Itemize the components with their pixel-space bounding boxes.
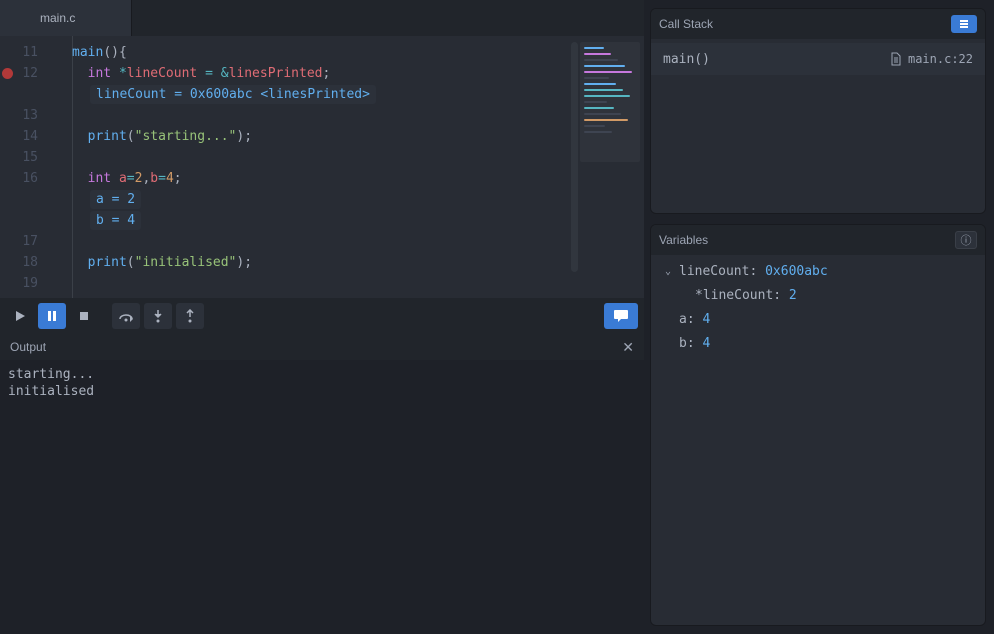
code-line[interactable] bbox=[50, 273, 644, 294]
code-line[interactable] bbox=[50, 231, 644, 252]
variable-name: a: bbox=[679, 312, 702, 327]
vertical-scrollbar[interactable] bbox=[571, 42, 578, 272]
comment-button[interactable] bbox=[604, 303, 638, 329]
info-icon[interactable]: ⓘ bbox=[955, 231, 977, 249]
code-line[interactable] bbox=[50, 147, 644, 168]
minimap-line bbox=[584, 47, 604, 49]
tab-main-c[interactable]: main.c bbox=[0, 0, 132, 36]
minimap[interactable] bbox=[580, 42, 640, 162]
code-area[interactable]: main(){ int *lineCount = &linesPrinted;l… bbox=[50, 36, 644, 298]
variable-name: lineCount: bbox=[679, 264, 765, 279]
gutter-line[interactable] bbox=[0, 210, 50, 231]
callstack-title: Call Stack bbox=[659, 17, 713, 31]
minimap-line bbox=[584, 95, 630, 97]
gutter-line[interactable] bbox=[0, 84, 50, 105]
inline-value-hint[interactable]: b = 4 bbox=[50, 210, 644, 231]
step-into-button[interactable] bbox=[144, 303, 172, 329]
variable-row[interactable]: a: 4 bbox=[651, 307, 985, 331]
output-title: Output bbox=[10, 340, 46, 354]
tab-filename: main.c bbox=[40, 11, 75, 25]
variable-row[interactable]: *lineCount: 2 bbox=[651, 283, 985, 307]
minimap-line bbox=[584, 83, 616, 85]
gutter-line[interactable]: 13 bbox=[0, 105, 50, 126]
variable-row[interactable]: b: 4 bbox=[651, 331, 985, 355]
gutter-line[interactable]: 12 bbox=[0, 63, 50, 84]
minimap-line bbox=[584, 119, 628, 121]
inline-hint-text: a = 2 bbox=[90, 190, 141, 209]
gutter-line[interactable] bbox=[0, 189, 50, 210]
gutter-line[interactable]: 17 bbox=[0, 231, 50, 252]
output-header: Output ✕ bbox=[0, 334, 644, 360]
output-body[interactable]: starting... initialised bbox=[0, 360, 644, 634]
variable-name: b: bbox=[679, 336, 702, 351]
code-line[interactable]: print("starting..."); bbox=[50, 126, 644, 147]
gutter-line[interactable]: 15 bbox=[0, 147, 50, 168]
callstack-header: Call Stack bbox=[651, 9, 985, 39]
debug-toolbar bbox=[0, 298, 644, 334]
callstack-action-button[interactable] bbox=[951, 15, 977, 33]
variable-value: 2 bbox=[789, 288, 797, 303]
code-line[interactable]: ++a; bbox=[50, 294, 644, 298]
code-line[interactable]: int *lineCount = &linesPrinted; bbox=[50, 63, 644, 84]
code-line[interactable]: int a=2,b=4; bbox=[50, 168, 644, 189]
pause-button[interactable] bbox=[38, 303, 66, 329]
editor[interactable]: 1112131415161718192021222324 main(){ int… bbox=[0, 36, 644, 298]
minimap-line bbox=[584, 89, 623, 91]
close-icon[interactable]: ✕ bbox=[622, 339, 634, 356]
inline-value-hint[interactable]: lineCount = 0x600abc <linesPrinted> bbox=[50, 84, 644, 105]
inline-hint-text: b = 4 bbox=[90, 211, 141, 230]
chevron-down-icon[interactable]: ⌄ bbox=[665, 266, 675, 277]
variable-name: *lineCount: bbox=[695, 288, 789, 303]
minimap-line bbox=[584, 101, 607, 103]
minimap-line bbox=[584, 71, 632, 73]
minimap-line bbox=[584, 53, 611, 55]
continue-button[interactable] bbox=[6, 303, 34, 329]
variable-value: 4 bbox=[702, 336, 710, 351]
gutter-line[interactable]: 11 bbox=[0, 42, 50, 63]
gutter-line[interactable]: 18 bbox=[0, 252, 50, 273]
gutter-line[interactable]: 14 bbox=[0, 126, 50, 147]
file-icon bbox=[890, 52, 902, 66]
variables-panel: Variables ⓘ ⌄ lineCount: 0x600abc *lineCo… bbox=[650, 224, 986, 626]
variables-title: Variables bbox=[659, 233, 708, 247]
minimap-line bbox=[584, 113, 621, 115]
variable-row[interactable]: ⌄ lineCount: 0x600abc bbox=[651, 259, 985, 283]
step-over-button[interactable] bbox=[112, 303, 140, 329]
variable-value: 4 bbox=[702, 312, 710, 327]
code-line[interactable] bbox=[50, 105, 644, 126]
minimap-line bbox=[584, 65, 625, 67]
gutter-line[interactable]: 16 bbox=[0, 168, 50, 189]
gutter-line[interactable]: 20 bbox=[0, 294, 50, 298]
variables-header: Variables ⓘ bbox=[651, 225, 985, 255]
minimap-line bbox=[584, 125, 605, 127]
code-line[interactable]: main(){ bbox=[50, 42, 644, 63]
inline-value-hint[interactable]: a = 2 bbox=[50, 189, 644, 210]
variables-body: ⌄lineCount: 0x600abc *lineCount: 2a: 4b:… bbox=[651, 255, 985, 625]
minimap-line bbox=[584, 77, 609, 79]
gutter-line[interactable]: 19 bbox=[0, 273, 50, 294]
stack-frame-location: main.c:22 bbox=[890, 52, 973, 66]
tab-bar: main.c bbox=[0, 0, 644, 36]
minimap-line bbox=[584, 131, 612, 133]
variable-address: 0x600abc bbox=[765, 264, 835, 279]
gutter: 1112131415161718192021222324 bbox=[0, 36, 50, 298]
stop-button[interactable] bbox=[70, 303, 98, 329]
code-line[interactable]: print("initialised"); bbox=[50, 252, 644, 273]
callstack-panel: Call Stack main() main.c:22 bbox=[650, 8, 986, 214]
step-out-button[interactable] bbox=[176, 303, 204, 329]
stack-frame[interactable]: main() main.c:22 bbox=[651, 43, 985, 75]
minimap-line bbox=[584, 59, 618, 61]
stack-frame-fn: main() bbox=[663, 52, 710, 67]
minimap-line bbox=[584, 107, 614, 109]
callstack-body: main() main.c:22 bbox=[651, 39, 985, 213]
inline-hint-text: lineCount = 0x600abc <linesPrinted> bbox=[90, 85, 376, 104]
breakpoint-icon[interactable] bbox=[2, 68, 13, 79]
